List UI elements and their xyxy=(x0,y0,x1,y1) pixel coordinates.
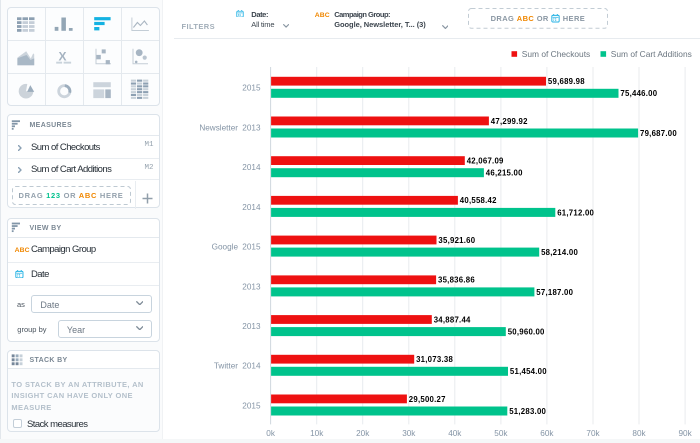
svg-text:35,836.86: 35,836.86 xyxy=(438,276,475,285)
svg-text:70k: 70k xyxy=(586,429,600,438)
svg-text:Newsletter: Newsletter xyxy=(199,123,238,132)
svg-text:Sum of Checkouts: Sum of Checkouts xyxy=(522,49,590,59)
svg-text:80k: 80k xyxy=(632,429,646,438)
svg-text:50,960.00: 50,960.00 xyxy=(508,328,545,337)
svg-text:40,558.42: 40,558.42 xyxy=(460,196,497,205)
svg-text:2015: 2015 xyxy=(242,243,261,252)
svg-text:58,214.00: 58,214.00 xyxy=(541,248,578,257)
svg-text:61,712.00: 61,712.00 xyxy=(557,208,594,217)
svg-text:35,921.60: 35,921.60 xyxy=(438,236,475,245)
svg-text:31,073.38: 31,073.38 xyxy=(416,355,453,364)
svg-text:46,215.00: 46,215.00 xyxy=(486,169,523,178)
svg-text:Twitter: Twitter xyxy=(214,362,238,371)
svg-text:2014: 2014 xyxy=(242,163,261,172)
svg-text:20k: 20k xyxy=(356,429,370,438)
svg-text:2013: 2013 xyxy=(242,322,261,331)
svg-text:2015: 2015 xyxy=(242,401,261,410)
svg-text:2014: 2014 xyxy=(242,362,261,371)
svg-text:40k: 40k xyxy=(448,429,462,438)
svg-text:51,454.00: 51,454.00 xyxy=(510,367,547,376)
svg-text:2013: 2013 xyxy=(242,282,261,291)
svg-text:34,887.44: 34,887.44 xyxy=(434,315,471,324)
svg-text:59,689.98: 59,689.98 xyxy=(548,77,585,86)
svg-text:0k: 0k xyxy=(266,429,276,438)
svg-text:Google: Google xyxy=(212,243,239,252)
svg-text:Sum of Cart Additions: Sum of Cart Additions xyxy=(611,49,692,59)
svg-text:10k: 10k xyxy=(310,429,324,438)
svg-text:90k: 90k xyxy=(678,429,692,438)
svg-text:75,446.00: 75,446.00 xyxy=(620,89,657,98)
svg-text:51,283.00: 51,283.00 xyxy=(509,407,546,416)
svg-text:29,500.27: 29,500.27 xyxy=(409,395,446,404)
svg-text:2013: 2013 xyxy=(242,123,261,132)
svg-text:2015: 2015 xyxy=(242,84,261,93)
svg-text:50k: 50k xyxy=(494,429,508,438)
svg-text:60k: 60k xyxy=(540,429,554,438)
svg-text:2014: 2014 xyxy=(242,203,261,212)
svg-text:42,067.09: 42,067.09 xyxy=(467,157,504,166)
svg-text:57,187.00: 57,187.00 xyxy=(536,288,573,297)
svg-text:79,687.00: 79,687.00 xyxy=(640,129,677,138)
svg-text:30k: 30k xyxy=(402,429,416,438)
svg-text:47,299.92: 47,299.92 xyxy=(491,117,528,126)
